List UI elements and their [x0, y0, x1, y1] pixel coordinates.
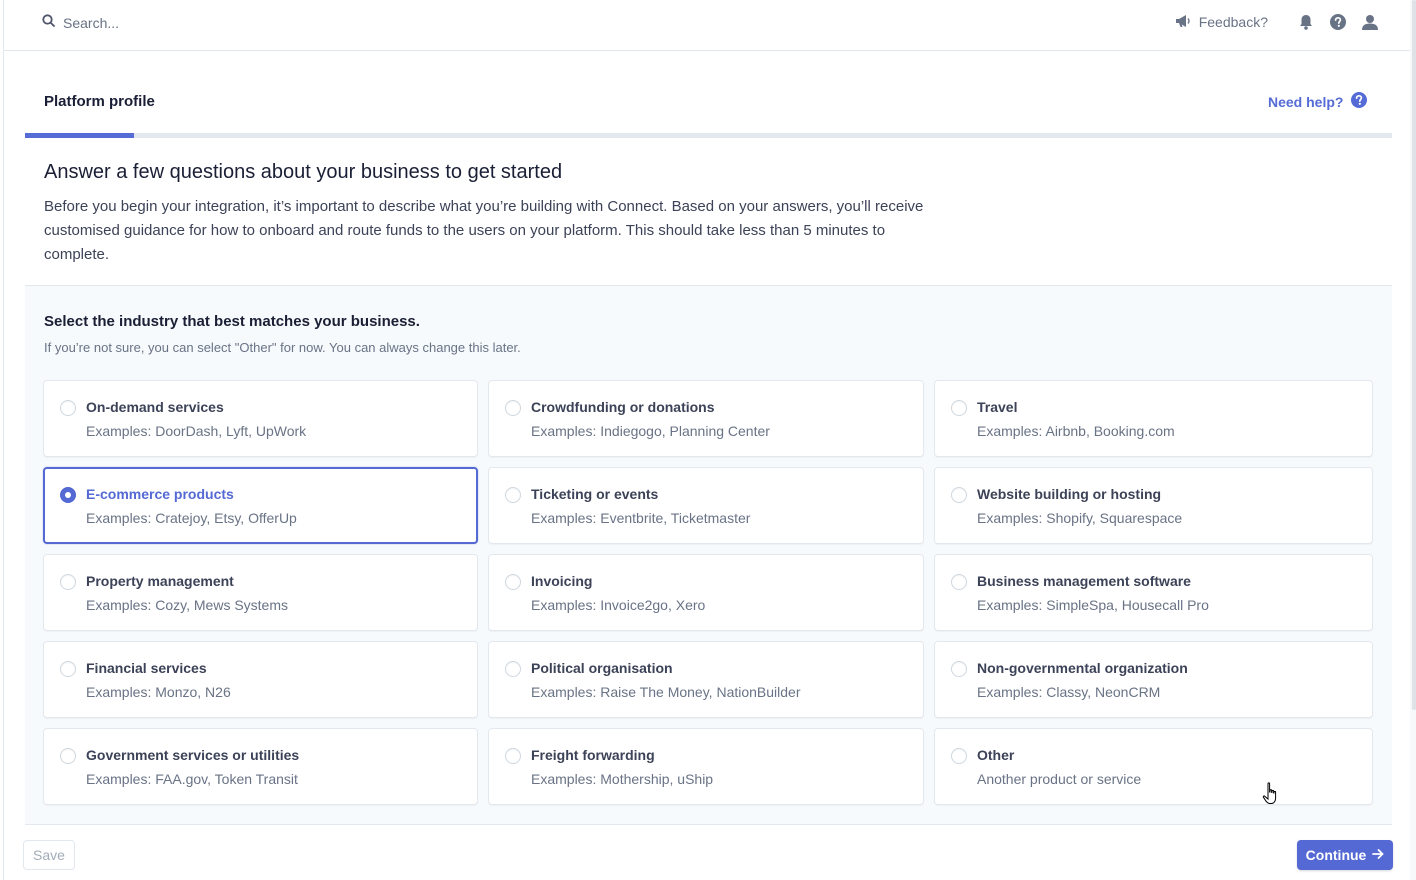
option-examples: Examples: SimpleSpa, Housecall Pro: [977, 597, 1209, 613]
radio-button[interactable]: [951, 400, 967, 416]
radio-button[interactable]: [60, 748, 76, 764]
option-examples: Another product or service: [977, 771, 1142, 787]
option-travel[interactable]: Travel Examples: Airbnb, Booking.com: [934, 380, 1373, 457]
top-bar: Search... Feedback?: [4, 0, 1410, 51]
option-title: On-demand services: [86, 399, 224, 415]
radio-button[interactable]: [951, 487, 967, 503]
option-title: Property management: [86, 573, 234, 589]
option-title: Freight forwarding: [531, 747, 655, 763]
option-business-management-software[interactable]: Business management software Examples: S…: [934, 554, 1373, 631]
radio-button[interactable]: [505, 574, 521, 590]
option-examples: Examples: Cratejoy, Etsy, OfferUp: [86, 510, 297, 526]
radio-button[interactable]: [60, 400, 76, 416]
option-examples: Examples: DoorDash, Lyft, UpWork: [86, 423, 307, 439]
radio-button[interactable]: [951, 574, 967, 590]
page-title: Platform profile: [44, 93, 155, 110]
help-icon[interactable]: [1322, 10, 1354, 34]
option-title: Political organisation: [531, 660, 673, 676]
continue-button[interactable]: Continue: [1297, 840, 1393, 870]
arrow-right-icon: [1372, 847, 1384, 863]
option-non-governmental-organization[interactable]: Non-governmental organization Examples: …: [934, 641, 1373, 718]
option-freight-forwarding[interactable]: Freight forwarding Examples: Mothership,…: [488, 728, 924, 805]
notifications-bell-icon[interactable]: [1290, 10, 1322, 34]
radio-button-selected[interactable]: [60, 487, 76, 503]
megaphone-icon: [1175, 14, 1191, 31]
option-examples: Examples: Eventbrite, Ticketmaster: [531, 510, 751, 526]
radio-button[interactable]: [60, 574, 76, 590]
option-examples: Examples: FAA.gov, Token Transit: [86, 771, 298, 787]
search-icon: [42, 14, 55, 32]
radio-button[interactable]: [505, 661, 521, 677]
option-title: E-commerce products: [86, 486, 234, 502]
need-help-label: Need help?: [1268, 93, 1344, 110]
option-on-demand-services[interactable]: On-demand services Examples: DoorDash, L…: [43, 380, 478, 457]
option-property-management[interactable]: Property management Examples: Cozy, Mews…: [43, 554, 478, 631]
radio-button[interactable]: [505, 487, 521, 503]
option-examples: Examples: Mothership, uShip: [531, 771, 714, 787]
option-title: Ticketing or events: [531, 486, 659, 502]
option-examples: Examples: Cozy, Mews Systems: [86, 597, 289, 613]
option-title: Crowdfunding or donations: [531, 399, 715, 415]
option-ticketing-or-events[interactable]: Ticketing or events Examples: Eventbrite…: [488, 467, 924, 544]
continue-label: Continue: [1305, 847, 1367, 863]
option-examples: Examples: Raise The Money, NationBuilder: [531, 684, 801, 700]
option-title: Financial services: [86, 660, 207, 676]
option-examples: Examples: Invoice2go, Xero: [531, 597, 706, 613]
option-examples: Examples: Shopify, Squarespace: [977, 510, 1183, 526]
option-financial-services[interactable]: Financial services Examples: Monzo, N26: [43, 641, 478, 718]
option-title: Non-governmental organization: [977, 660, 1188, 676]
option-title: Travel: [977, 399, 1018, 415]
option-political-organisation[interactable]: Political organisation Examples: Raise T…: [488, 641, 924, 718]
search-input[interactable]: Search...: [63, 15, 119, 31]
scrollbar[interactable]: [1410, 0, 1416, 880]
progress-bar: [25, 133, 1392, 138]
option-examples: Examples: Classy, NeonCRM: [977, 684, 1161, 700]
industry-options-grid: On-demand services Examples: DoorDash, L…: [43, 380, 1373, 805]
option-examples: Examples: Airbnb, Booking.com: [977, 423, 1175, 439]
scrollbar-thumb[interactable]: [1412, 0, 1416, 710]
page-left-border: [3, 0, 4, 880]
radio-button[interactable]: [505, 400, 521, 416]
question-title: Select the industry that best matches yo…: [44, 313, 420, 330]
account-avatar-icon[interactable]: [1354, 10, 1386, 34]
search-box[interactable]: Search...: [42, 12, 119, 34]
option-website-building-or-hosting[interactable]: Website building or hosting Examples: Sh…: [934, 467, 1373, 544]
radio-button[interactable]: [60, 661, 76, 677]
option-invoicing[interactable]: Invoicing Examples: Invoice2go, Xero: [488, 554, 924, 631]
option-crowdfunding-or-donations[interactable]: Crowdfunding or donations Examples: Indi…: [488, 380, 924, 457]
question-subtitle: If you’re not sure, you can select "Othe…: [44, 340, 521, 355]
progress-bar-fill: [25, 133, 135, 138]
feedback-label: Feedback?: [1198, 14, 1268, 30]
option-examples: Examples: Indiegogo, Planning Center: [531, 423, 770, 439]
option-examples: Examples: Monzo, N26: [86, 684, 231, 700]
hand-pointer-cursor-icon: [1262, 782, 1282, 811]
intro-description: Before you begin your integration, it’s …: [44, 198, 924, 263]
industry-question-panel: Select the industry that best matches yo…: [25, 285, 1392, 825]
option-title: Business management software: [977, 573, 1191, 589]
option-title: Invoicing: [531, 573, 593, 589]
intro-heading: Answer a few questions about your busine…: [44, 161, 563, 183]
question-circle-icon: [1351, 92, 1368, 111]
feedback-button[interactable]: Feedback?: [1175, 14, 1268, 31]
radio-button[interactable]: [951, 748, 967, 764]
radio-button[interactable]: [505, 748, 521, 764]
option-title: Website building or hosting: [977, 486, 1162, 502]
option-other[interactable]: Other Another product or service: [934, 728, 1373, 805]
option-e-commerce-products[interactable]: E-commerce products Examples: Cratejoy, …: [43, 467, 478, 544]
radio-button[interactable]: [951, 661, 967, 677]
top-actions: Feedback?: [1175, 10, 1386, 34]
save-button[interactable]: Save: [23, 840, 75, 870]
need-help-link[interactable]: Need help?: [1268, 92, 1368, 111]
option-title: Government services or utilities: [86, 747, 300, 763]
option-title: Other: [977, 747, 1015, 763]
option-government-services-or-utilities[interactable]: Government services or utilities Example…: [43, 728, 478, 805]
